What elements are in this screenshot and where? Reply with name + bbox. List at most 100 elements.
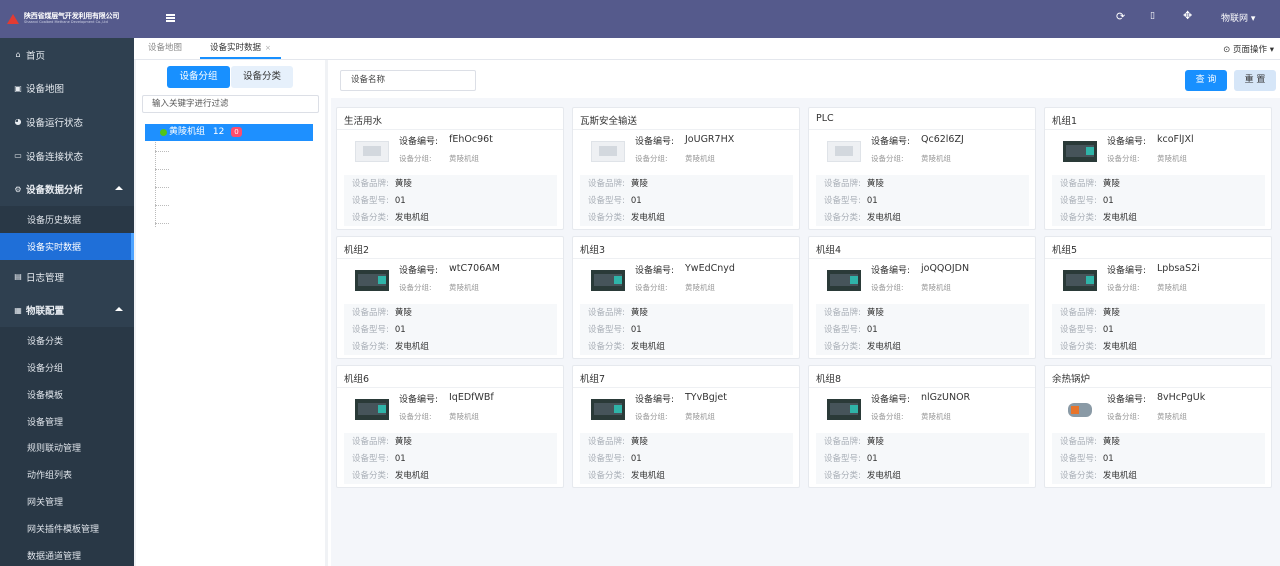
device-card[interactable]: 瓦斯安全输送 设备编号: JoUGR7HX 设备分组: 黄陵机组 设备品牌: 黄陵… — [572, 107, 800, 230]
device-group: 黄陵机组 — [449, 283, 479, 292]
device-card[interactable]: 机组8 设备编号: nlGzUNOR 设备分组: 黄陵机组 设备品牌: 黄陵 设备… — [808, 365, 1036, 488]
device-model-row: 设备型号: 01 — [588, 196, 642, 206]
device-category-row: 设备分类: 发电机组 — [824, 213, 901, 223]
device-brand-row: 设备品牌: 黄陵 — [1060, 179, 1120, 189]
device-code: joQQOJDN — [921, 263, 970, 274]
device-category-row: 设备分类: 发电机组 — [588, 342, 665, 352]
device-code-label: 设备编号: — [871, 266, 911, 276]
device-card[interactable]: 机组7 设备编号: TYvBgjet 设备分组: 黄陵机组 设备品牌: 黄陵 设备… — [572, 365, 800, 488]
device-brand-row: 设备品牌: 黄陵 — [824, 179, 884, 189]
device-group-label: 设备分组: — [1107, 154, 1140, 163]
device-code: Qc62l6ZJ — [921, 134, 964, 145]
device-group: 黄陵机组 — [685, 412, 715, 421]
reset-button[interactable]: 重 置 — [1234, 70, 1276, 91]
device-group-label: 设备分组: — [635, 283, 668, 292]
generator-image — [591, 270, 625, 291]
tab-device-map[interactable]: 设备地图 — [138, 38, 192, 59]
page-operations[interactable]: ⊙ 页面操作 ▾ — [1223, 43, 1274, 55]
fullscreen-icon[interactable]: ✥ — [1183, 9, 1192, 22]
tree-connector — [155, 223, 169, 224]
sidebar-subitem-plugin-template[interactable]: 网关插件模板管理 — [0, 515, 134, 543]
device-code: wtC706AM — [449, 263, 500, 274]
sidebar-subitem-history[interactable]: 设备历史数据 — [0, 205, 134, 233]
file-icon: ▤ — [14, 272, 22, 282]
sidebar-subitem-rules[interactable]: 规则联动管理 — [0, 434, 134, 462]
calendar-icon: ▦ — [14, 305, 22, 315]
user-menu[interactable]: 物联网 ▾ — [1221, 11, 1255, 24]
tree-node-root[interactable]: 黄陵机组 12 0 — [145, 124, 313, 141]
device-code: JoUGR7HX — [685, 134, 735, 145]
device-card[interactable]: 机组6 设备编号: IqEDfWBf 设备分组: 黄陵机组 设备品牌: 黄陵 设备… — [336, 365, 564, 488]
device-card[interactable]: 余热锅炉 设备编号: 8vHcPgUk 设备分组: 黄陵机组 设备品牌: 黄陵 设… — [1044, 365, 1272, 488]
sidebar-subitem-group[interactable]: 设备分组 — [0, 353, 134, 381]
device-card[interactable]: 机组4 设备编号: joQQOJDN 设备分组: 黄陵机组 设备品牌: 黄陵 设备… — [808, 236, 1036, 359]
tree-connector — [155, 205, 169, 206]
device-info: 设备品牌: 黄陵 设备型号: 01 设备分类: 发电机组 — [816, 433, 1029, 484]
device-model-row: 设备型号: 01 — [824, 196, 878, 206]
chevron-up-icon — [115, 307, 123, 312]
device-category-row: 设备分类: 发电机组 — [824, 471, 901, 481]
device-card[interactable]: PLC 设备编号: Qc62l6ZJ 设备分组: 黄陵机组 设备品牌: 黄陵 设备… — [808, 107, 1036, 230]
device-card[interactable]: 机组3 设备编号: YwEdCnyd 设备分组: 黄陵机组 设备品牌: 黄陵 设备… — [572, 236, 800, 359]
sidebar-item-device-map[interactable]: ▣ 设备地图 — [0, 72, 134, 106]
sidebar-item-logs[interactable]: ▤ 日志管理 — [0, 260, 134, 294]
sidebar-subitem-gateway[interactable]: 网关管理 — [0, 488, 134, 516]
sidebar-subitem-actions[interactable]: 动作组列表 — [0, 461, 134, 489]
device-brand-row: 设备品牌: 黄陵 — [588, 437, 648, 447]
toggle-by-category[interactable]: 设备分类 — [231, 66, 293, 88]
caret-down-icon: ▾ — [1269, 45, 1274, 55]
device-name: 瓦斯安全输送 — [580, 116, 638, 127]
sidebar-item-iot-config[interactable]: ▦ 物联配置 — [0, 293, 134, 327]
device-group: 黄陵机组 — [921, 154, 951, 163]
device-model-row: 设备型号: 01 — [1060, 454, 1114, 464]
sidebar-subitem-template[interactable]: 设备模板 — [0, 380, 134, 408]
logo: 陕西省煤层气开发利用有限公司 Shaanxi Coalbed Methane D… — [0, 0, 134, 38]
sidebar-subitem-device-manage[interactable]: 设备管理 — [0, 407, 134, 435]
card-divider — [337, 129, 563, 130]
sidebar-subitem-category[interactable]: 设备分类 — [0, 326, 134, 354]
sidebar-item-home[interactable]: ⌂ 首页 — [0, 38, 134, 72]
device-card[interactable]: 生活用水 设备编号: fEhOc96t 设备分组: 黄陵机组 设备品牌: 黄陵 设… — [336, 107, 564, 230]
device-code: TYvBgjet — [685, 392, 727, 403]
toggle-by-group[interactable]: 设备分组 — [167, 66, 230, 88]
sidebar-item-connect-status[interactable]: ▭ 设备连接状态 — [0, 139, 134, 173]
device-group: 黄陵机组 — [921, 283, 951, 292]
device-card[interactable]: 机组5 设备编号: LpbsaS2i 设备分组: 黄陵机组 设备品牌: 黄陵 设备… — [1044, 236, 1272, 359]
sidebar-subitem-channel[interactable]: 数据通道管理 — [0, 542, 134, 566]
device-category-row: 设备分类: 发电机组 — [588, 213, 665, 223]
device-name: 机组8 — [816, 374, 842, 385]
device-brand-row: 设备品牌: 黄陵 — [352, 308, 412, 318]
device-info: 设备品牌: 黄陵 设备型号: 01 设备分类: 发电机组 — [1052, 304, 1265, 355]
sidebar-item-data-analysis[interactable]: ⚙ 设备数据分析 — [0, 172, 134, 206]
card-divider — [1045, 258, 1271, 259]
device-code: LpbsaS2i — [1157, 263, 1200, 274]
device-card[interactable]: 机组1 设备编号: kcoFlJXl 设备分组: 黄陵机组 设备品牌: 黄陵 设备… — [1044, 107, 1272, 230]
sidebar: 陕西省煤层气开发利用有限公司 Shaanxi Coalbed Methane D… — [0, 0, 134, 566]
query-button[interactable]: 查 询 — [1185, 70, 1227, 91]
device-group: 黄陵机组 — [449, 154, 479, 163]
refresh-icon[interactable]: ⟳ — [1116, 10, 1125, 23]
device-model-row: 设备型号: 01 — [824, 325, 878, 335]
generator-image — [591, 399, 625, 420]
device-name-input[interactable]: 设备名称 — [340, 70, 476, 91]
device-info: 设备品牌: 黄陵 设备型号: 01 设备分类: 发电机组 — [580, 304, 793, 355]
device-group: 黄陵机组 — [1157, 283, 1187, 292]
sidebar-subitem-realtime[interactable]: 设备实时数据 — [0, 232, 134, 260]
device-name: 机组7 — [580, 374, 606, 385]
sidebar-item-run-status[interactable]: ◕ 设备运行状态 — [0, 105, 134, 139]
generator-image — [827, 270, 861, 291]
home-icon: ⌂ — [15, 50, 21, 60]
device-info: 设备品牌: 黄陵 设备型号: 01 设备分类: 发电机组 — [344, 304, 557, 355]
generator-image — [1063, 141, 1097, 162]
close-icon[interactable]: × — [265, 44, 271, 52]
online-status-icon — [160, 129, 167, 136]
trash-icon[interactable]: ▯ — [1150, 11, 1155, 21]
device-group-label: 设备分组: — [635, 154, 668, 163]
device-card[interactable]: 机组2 设备编号: wtC706AM 设备分组: 黄陵机组 设备品牌: 黄陵 设备… — [336, 236, 564, 359]
menu-toggle-icon[interactable] — [166, 14, 175, 22]
device-category-row: 设备分类: 发电机组 — [352, 213, 429, 223]
device-info: 设备品牌: 黄陵 设备型号: 01 设备分类: 发电机组 — [816, 304, 1029, 355]
tab-realtime-data[interactable]: 设备实时数据 × — [200, 38, 281, 59]
tree-filter-input[interactable]: 输入关键字进行过滤 — [142, 95, 319, 113]
card-divider — [337, 387, 563, 388]
